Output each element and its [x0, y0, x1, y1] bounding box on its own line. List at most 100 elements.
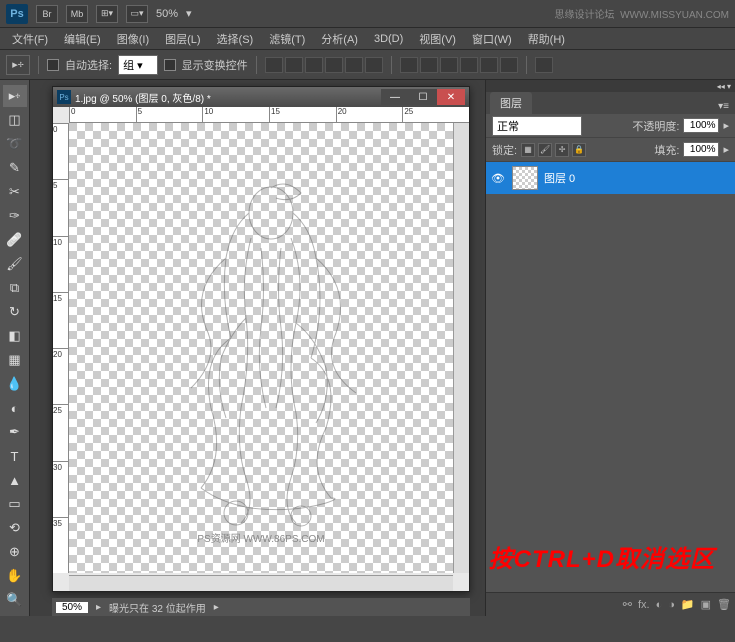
site-watermark: 思缘设计论坛 WWW.MISSYUAN.COM — [555, 6, 729, 21]
opacity-input[interactable]: 100% — [683, 118, 719, 133]
align-icons-group — [265, 57, 383, 73]
distribute-hcenter-icon[interactable] — [480, 57, 498, 73]
align-left-icon[interactable] — [325, 57, 343, 73]
marquee-tool-icon[interactable]: ◫ — [3, 109, 27, 131]
vertical-ruler[interactable]: 05101520253035 — [53, 123, 69, 573]
menu-analysis[interactable]: 分析(A) — [315, 29, 364, 49]
quick-select-tool-icon[interactable]: ✎ — [3, 157, 27, 179]
menu-3d[interactable]: 3D(D) — [368, 31, 409, 47]
3d-camera-tool-icon[interactable]: ⊕ — [3, 541, 27, 563]
brush-tool-icon[interactable]: 🖌 — [3, 253, 27, 275]
layer-name[interactable]: 图层 0 — [544, 170, 575, 186]
layer-row[interactable]: 👁 图层 0 — [486, 162, 735, 194]
zoom-tool-icon[interactable]: 🔍 — [3, 589, 27, 611]
auto-select-dropdown[interactable]: 组 ▾ — [118, 55, 158, 75]
align-top-icon[interactable] — [265, 57, 283, 73]
distribute-left-icon[interactable] — [460, 57, 478, 73]
horizontal-scrollbar[interactable] — [69, 575, 453, 591]
align-bottom-icon[interactable] — [305, 57, 323, 73]
align-hcenter-icon[interactable] — [345, 57, 363, 73]
eraser-tool-icon[interactable]: ◧ — [3, 325, 27, 347]
blend-mode-select[interactable]: 正常 — [492, 116, 582, 136]
status-arrow-icon[interactable]: ▸ — [96, 602, 101, 613]
dodge-tool-icon[interactable]: ◐ — [3, 397, 27, 419]
panel-menu-icon[interactable]: ▾≡ — [716, 99, 731, 114]
eyedropper-tool-icon[interactable]: ✑ — [3, 205, 27, 227]
menu-edit[interactable]: 编辑(E) — [58, 29, 107, 49]
pen-tool-icon[interactable]: ✒ — [3, 421, 27, 443]
menu-image[interactable]: 图像(I) — [111, 29, 155, 49]
bridge-icon[interactable]: Br — [36, 5, 58, 23]
auto-align-icon[interactable] — [535, 57, 553, 73]
view-extras-icon[interactable]: ⊞▾ — [96, 5, 118, 23]
crop-tool-icon[interactable]: ✂ — [3, 181, 27, 203]
shape-tool-icon[interactable]: ▭ — [3, 493, 27, 515]
line-art-figure — [131, 158, 391, 538]
lock-transparency-icon[interactable]: ▦ — [521, 143, 535, 157]
move-tool-preview-icon[interactable]: ▸✢ — [6, 55, 30, 75]
zoom-level[interactable]: 50% — [156, 8, 178, 20]
menu-filter[interactable]: 滤镜(T) — [263, 29, 311, 49]
move-tool-icon[interactable]: ▸✢ — [3, 85, 27, 107]
align-right-icon[interactable] — [365, 57, 383, 73]
canvas[interactable]: PS资源网 WWW.86PS.COM — [69, 123, 453, 573]
zoom-dropdown-icon[interactable]: ▾ — [186, 7, 192, 20]
minibridge-icon[interactable]: Mb — [66, 5, 88, 23]
separator — [526, 56, 527, 74]
group-icon[interactable]: 📁 — [681, 598, 695, 611]
layers-tab[interactable]: 图层 — [490, 92, 532, 114]
status-zoom[interactable]: 50% — [56, 602, 88, 613]
lock-all-icon[interactable]: 🔒 — [572, 143, 586, 157]
hand-tool-icon[interactable]: ✋ — [3, 565, 27, 587]
auto-select-checkbox[interactable] — [47, 59, 59, 71]
visibility-icon[interactable]: 👁 — [490, 170, 506, 186]
stamp-tool-icon[interactable]: ⧉ — [3, 277, 27, 299]
opacity-flyout-icon[interactable]: ▸ — [723, 119, 729, 132]
healing-tool-icon[interactable]: 🩹 — [3, 229, 27, 251]
distribute-bottom-icon[interactable] — [440, 57, 458, 73]
show-transform-checkbox[interactable] — [164, 59, 176, 71]
lock-position-icon[interactable]: ✢ — [555, 143, 569, 157]
menu-file[interactable]: 文件(F) — [6, 29, 54, 49]
layer-mask-icon[interactable]: ◐ — [656, 599, 663, 611]
screen-mode-icon[interactable]: ▭▾ — [126, 5, 148, 23]
panel-collapse-icon[interactable]: ◂◂ ▾ — [486, 80, 735, 92]
menu-select[interactable]: 选择(S) — [211, 29, 260, 49]
ps-logo-icon[interactable]: Ps — [6, 4, 28, 24]
horizontal-ruler[interactable]: 0510152025 — [69, 107, 469, 123]
path-select-tool-icon[interactable]: ▲ — [3, 469, 27, 491]
fill-input[interactable]: 100% — [683, 142, 719, 157]
distribute-vcenter-icon[interactable] — [420, 57, 438, 73]
status-bar: 50% ▸ 曝光只在 32 位起作用 ▸ — [52, 598, 470, 616]
status-menu-icon[interactable]: ▸ — [214, 602, 219, 613]
document-window: Ps 1.jpg @ 50% (图层 0, 灰色/8) * — ☐ ✕ 0510… — [52, 86, 470, 592]
menu-window[interactable]: 窗口(W) — [466, 29, 518, 49]
minimize-button[interactable]: — — [381, 89, 409, 105]
type-tool-icon[interactable]: T — [3, 445, 27, 467]
layer-fx-icon[interactable]: fx. — [638, 599, 650, 611]
lock-pixels-icon[interactable]: 🖌 — [538, 143, 552, 157]
document-title: 1.jpg @ 50% (图层 0, 灰色/8) * — [75, 90, 211, 105]
delete-layer-icon[interactable]: 🗑 — [717, 598, 731, 611]
fill-flyout-icon[interactable]: ▸ — [723, 143, 729, 156]
menu-help[interactable]: 帮助(H) — [522, 29, 571, 49]
close-button[interactable]: ✕ — [437, 89, 465, 105]
link-layers-icon[interactable]: ⚯ — [623, 598, 632, 611]
history-brush-tool-icon[interactable]: ↻ — [3, 301, 27, 323]
new-layer-icon[interactable]: ▣ — [701, 598, 711, 611]
lasso-tool-icon[interactable]: ➰ — [3, 133, 27, 155]
menu-layer[interactable]: 图层(L) — [159, 29, 206, 49]
adjustment-layer-icon[interactable]: ◑ — [668, 599, 675, 611]
blur-tool-icon[interactable]: 💧 — [3, 373, 27, 395]
distribute-right-icon[interactable] — [500, 57, 518, 73]
menu-view[interactable]: 视图(V) — [413, 29, 462, 49]
maximize-button[interactable]: ☐ — [409, 89, 437, 105]
gradient-tool-icon[interactable]: ▦ — [3, 349, 27, 371]
layers-list: 👁 图层 0 — [486, 162, 735, 592]
align-vcenter-icon[interactable] — [285, 57, 303, 73]
3d-tool-icon[interactable]: ⟲ — [3, 517, 27, 539]
document-titlebar[interactable]: Ps 1.jpg @ 50% (图层 0, 灰色/8) * — ☐ ✕ — [53, 87, 469, 107]
distribute-top-icon[interactable] — [400, 57, 418, 73]
layer-thumbnail[interactable] — [512, 166, 538, 190]
vertical-scrollbar[interactable] — [453, 123, 469, 573]
